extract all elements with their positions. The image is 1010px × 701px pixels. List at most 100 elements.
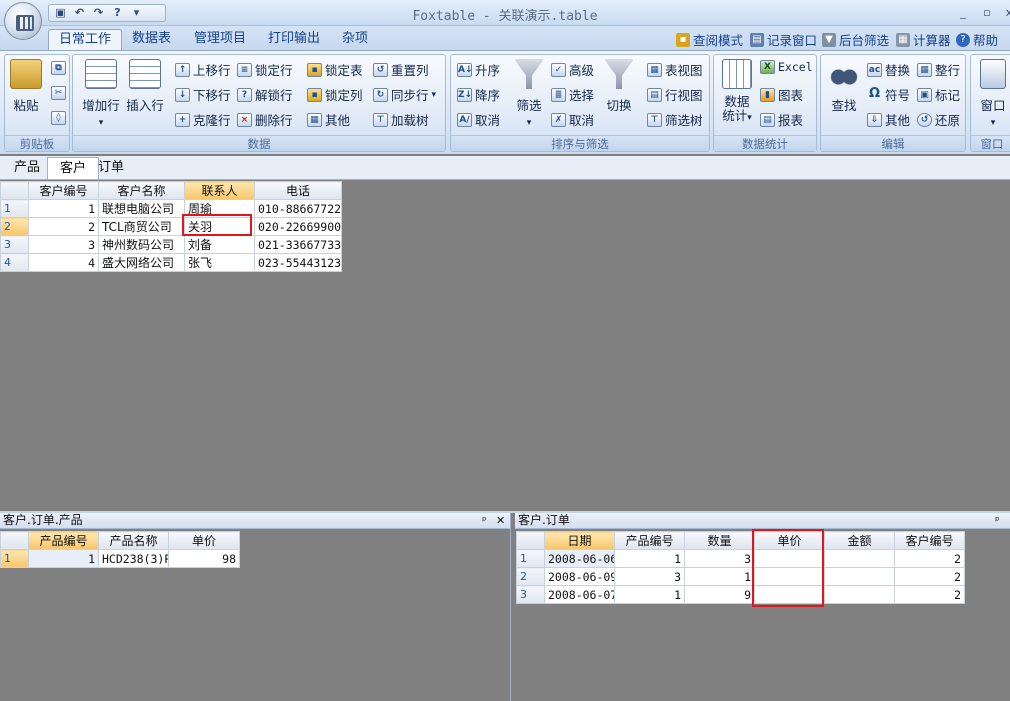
pin-icon[interactable]: ᵖ — [482, 513, 487, 528]
column-header[interactable]: 客户编号 — [28, 181, 99, 200]
cell[interactable]: 3 — [684, 549, 755, 568]
insert-row-button[interactable]: 插入行 — [125, 59, 165, 114]
add-row-button[interactable]: 增加行 ▾ — [81, 59, 121, 128]
cell[interactable]: 1 — [28, 199, 99, 218]
corner-cell[interactable] — [516, 531, 545, 550]
move-down-button[interactable]: ↓ 下移行 — [175, 85, 231, 104]
mark-button[interactable]: ▣ 标记 — [917, 85, 960, 104]
cell[interactable]: 010-88667722 — [254, 199, 342, 218]
cell[interactable]: HCD238(3)P — [98, 549, 169, 568]
cell[interactable]: 张飞 — [184, 253, 255, 272]
column-header[interactable]: 单价 — [168, 531, 240, 550]
row-header[interactable]: 1 — [0, 549, 29, 568]
row-view-button[interactable]: ▤ 行视图 — [647, 85, 703, 104]
row-header[interactable]: 1 — [0, 199, 29, 218]
lock-column-button[interactable]: ▪ 锁定列 — [307, 85, 363, 104]
corner-cell[interactable] — [0, 531, 29, 550]
cell[interactable]: 2008-06-06 — [544, 549, 615, 568]
cell[interactable]: 3 — [614, 567, 685, 586]
copy-icon[interactable]: ⧉ — [51, 61, 66, 75]
column-header[interactable]: 单价 — [754, 531, 825, 550]
cell[interactable]: 9 — [684, 585, 755, 604]
cell[interactable]: 1 — [684, 567, 755, 586]
restore-button[interactable]: ↺ 还原 — [917, 110, 960, 129]
minimize-icon[interactable]: _ — [956, 6, 970, 19]
column-header[interactable]: 日期 — [544, 531, 615, 550]
column-header[interactable]: 数量 — [684, 531, 755, 550]
sort-desc-button[interactable]: Z↓ 降序 — [457, 85, 500, 104]
column-header[interactable]: 电话 — [254, 181, 342, 200]
report-button[interactable]: ▤ 报表 — [760, 110, 803, 129]
clone-row-button[interactable]: + 克隆行 — [175, 110, 231, 129]
symbol-button[interactable]: Ω 符号 — [867, 85, 910, 104]
cell[interactable]: 2 — [894, 585, 965, 604]
tab-print-output[interactable]: 打印输出 — [258, 29, 330, 51]
cell[interactable]: 1 — [614, 549, 685, 568]
edit-other-button[interactable]: ⇩ 其他 — [867, 110, 910, 129]
cell[interactable]: 4 — [28, 253, 99, 272]
close-icon[interactable]: x — [1002, 6, 1010, 19]
calculator-link[interactable]: ▦ 计算器 — [896, 30, 951, 49]
cell[interactable]: 1 — [614, 585, 685, 604]
table-row[interactable]: 1 1 HCD238(3)P 98 — [0, 549, 240, 568]
filter-button[interactable]: 筛选 ▾ — [511, 59, 547, 128]
row-header[interactable]: 4 — [0, 253, 29, 272]
window-button[interactable]: 窗口 ▾ — [975, 59, 1010, 128]
table-row[interactable]: 4 4 盛大网络公司 张飞 023-55443123 — [0, 253, 342, 272]
switch-button[interactable]: 切换 — [601, 59, 637, 114]
select-filter-button[interactable]: ≣ 选择 — [551, 85, 594, 104]
cell[interactable]: 神州数码公司 — [98, 235, 185, 254]
table-row[interactable]: 2 2 TCL商贸公司 关羽 020-22669900 — [0, 217, 342, 236]
row-header[interactable]: 2 — [516, 567, 545, 586]
filter-tree-button[interactable]: ⊤ 筛选树 — [647, 110, 703, 129]
tab-manage-project[interactable]: 管理项目 — [184, 29, 256, 51]
cell[interactable] — [754, 549, 825, 568]
cell[interactable]: 3 — [28, 235, 99, 254]
excel-button[interactable]: X Excel — [760, 60, 813, 74]
cell[interactable] — [754, 585, 825, 604]
eraser-icon[interactable]: ◊ — [51, 111, 66, 125]
cell[interactable]: 2008-06-09 — [544, 567, 615, 586]
cell[interactable]: 周瑜 — [184, 199, 255, 218]
reset-column-button[interactable]: ↺ 重置列 — [373, 60, 429, 79]
lock-row-button[interactable]: ≡ 锁定行 — [237, 60, 293, 79]
table-row[interactable]: 2 2008-06-09 3 1 2 — [516, 567, 965, 586]
corner-cell[interactable] — [0, 181, 29, 200]
cell[interactable]: 2 — [894, 567, 965, 586]
table-row[interactable]: 1 1 联想电脑公司 周瑜 010-88667722 — [0, 199, 342, 218]
sync-row-button[interactable]: ↻ 同步行 ▾ — [373, 85, 436, 104]
find-button[interactable]: 查找 — [825, 59, 863, 114]
table-row[interactable]: 3 2008-06-07 1 9 2 — [516, 585, 965, 604]
cell[interactable] — [824, 549, 895, 568]
cell[interactable]: TCL商贸公司 — [98, 217, 185, 236]
cell[interactable]: 2 — [894, 549, 965, 568]
advanced-filter-button[interactable]: ✓ 高级 — [551, 60, 594, 79]
column-header[interactable]: 产品编号 — [28, 531, 99, 550]
column-header[interactable]: 产品名称 — [98, 531, 169, 550]
sheet-tab-products[interactable]: 产品 — [2, 157, 52, 179]
load-tree-button[interactable]: ⊤ 加载树 — [373, 110, 429, 129]
help-link[interactable]: ? 帮助 — [956, 30, 998, 49]
cell[interactable]: 刘备 — [184, 235, 255, 254]
cell[interactable]: 盛大网络公司 — [98, 253, 185, 272]
column-header[interactable]: 金额 — [824, 531, 895, 550]
column-header[interactable]: 联系人 — [184, 181, 255, 200]
row-header[interactable]: 2 — [0, 217, 29, 236]
view-mode-link[interactable]: ▪ 查阅模式 — [676, 30, 743, 49]
background-filter-link[interactable]: ▼ 后台筛选 — [822, 30, 889, 49]
cell[interactable]: 2 — [28, 217, 99, 236]
cell[interactable]: 023-55443123 — [254, 253, 342, 272]
cell[interactable]: 1 — [28, 549, 99, 568]
column-header[interactable]: 客户编号 — [894, 531, 965, 550]
whole-row-button[interactable]: ▦ 整行 — [917, 60, 960, 79]
other-button[interactable]: ▦ 其他 — [307, 110, 350, 129]
table-row[interactable]: 1 2008-06-06 1 3 2 — [516, 549, 965, 568]
lock-table-button[interactable]: ▪ 锁定表 — [307, 60, 363, 79]
data-stats-button[interactable]: 数据 统计▾ — [718, 59, 756, 125]
close-icon[interactable]: ✕ — [496, 513, 505, 528]
unlock-row-button[interactable]: ? 解锁行 — [237, 85, 293, 104]
paste-button[interactable]: 粘贴 — [9, 59, 43, 114]
sheet-tab-orders[interactable]: 订单 — [86, 157, 136, 179]
cell[interactable] — [824, 585, 895, 604]
row-header[interactable]: 3 — [0, 235, 29, 254]
